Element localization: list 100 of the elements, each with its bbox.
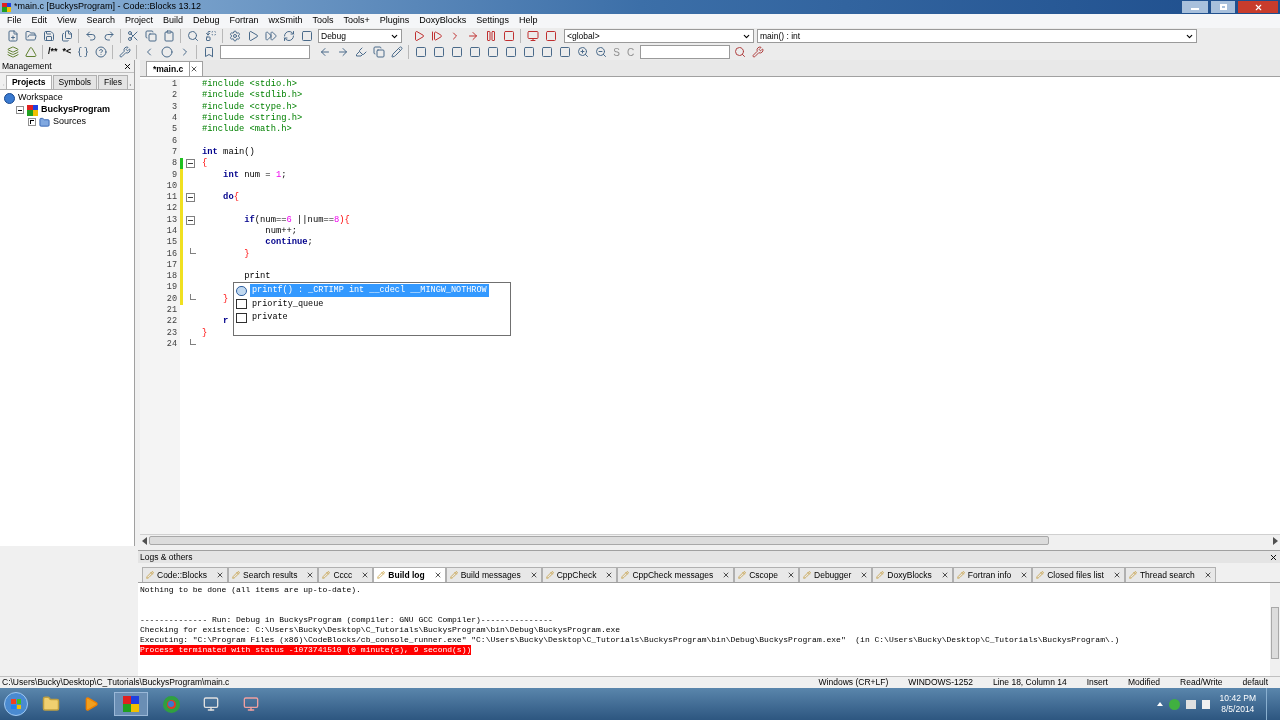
bookmark-icon[interactable]	[202, 46, 215, 58]
close-icon[interactable]	[940, 571, 949, 579]
close-icon[interactable]	[1112, 571, 1121, 579]
square-icon[interactable]	[544, 30, 557, 42]
panel-tab[interactable]: Projects	[5, 75, 52, 89]
tree-item[interactable]: BuckysProgram	[41, 103, 111, 117]
files-icon[interactable]	[60, 30, 73, 42]
comment-button[interactable]: *<	[60, 45, 74, 59]
search-field[interactable]	[220, 45, 311, 59]
close-icon[interactable]	[306, 571, 315, 579]
menu-item[interactable]: Build	[157, 14, 188, 28]
menu-item[interactable]: Help	[513, 14, 543, 28]
close-icon[interactable]	[1203, 571, 1212, 579]
copy-icon[interactable]	[372, 46, 385, 58]
close-icon[interactable]	[529, 571, 538, 579]
clock-date[interactable]: 8/5/2014	[1221, 704, 1255, 715]
square-icon[interactable]	[468, 46, 481, 58]
save-icon[interactable]	[42, 30, 55, 42]
search-combo[interactable]	[640, 45, 731, 59]
monitor-icon[interactable]	[526, 30, 539, 42]
square-icon[interactable]	[450, 46, 463, 58]
play-icon[interactable]	[246, 30, 259, 42]
menu-item[interactable]: Fortran	[224, 14, 264, 28]
monitor-icon[interactable]	[243, 696, 259, 712]
circle-icon[interactable]	[160, 46, 173, 58]
close-icon[interactable]	[787, 571, 795, 579]
highlighter-icon[interactable]	[354, 46, 367, 58]
dropdown[interactable]: <global>	[564, 29, 754, 43]
stop-icon[interactable]	[300, 30, 313, 42]
replace-icon[interactable]	[204, 30, 217, 42]
arrow-icon[interactable]	[466, 30, 479, 42]
panel-tab[interactable]: Symbols	[52, 75, 98, 89]
tray-arrow-icon[interactable]	[1156, 702, 1163, 706]
monitor-icon[interactable]	[203, 696, 219, 712]
fold-toggle[interactable]	[185, 215, 195, 225]
menu-item[interactable]: View	[52, 14, 82, 28]
square-icon[interactable]	[486, 46, 499, 58]
colored-squares-icon[interactable]	[114, 692, 148, 716]
menu-item[interactable]: Debug	[187, 14, 225, 28]
editor-tab[interactable]: *main.c	[146, 61, 191, 76]
stop-icon[interactable]	[502, 30, 515, 42]
fast-forward-icon[interactable]	[264, 30, 277, 42]
menu-item[interactable]: Settings	[471, 14, 514, 28]
close-icon[interactable]	[216, 571, 225, 579]
square-icon[interactable]	[558, 46, 571, 58]
panel-tab[interactable]: Files	[98, 75, 129, 89]
suggestion-item[interactable]: priority_queue	[250, 297, 326, 311]
menu-item[interactable]: Tools	[307, 14, 339, 28]
close-icon[interactable]	[361, 571, 370, 579]
scrollbar-thumb[interactable]	[149, 536, 1049, 545]
start-button[interactable]	[4, 692, 28, 716]
gear-icon[interactable]	[228, 30, 241, 42]
zoom-in-icon[interactable]	[576, 46, 589, 58]
pause-icon[interactable]	[484, 30, 497, 42]
undo-icon[interactable]	[84, 30, 97, 42]
comment-button[interactable]: /**	[46, 45, 60, 59]
triangle-icon[interactable]	[24, 46, 37, 58]
close-button[interactable]	[1238, 1, 1278, 13]
menu-item[interactable]: DoxyBlocks	[414, 14, 472, 28]
close-icon[interactable]	[1269, 552, 1278, 562]
fold-toggle[interactable]	[185, 193, 195, 203]
menu-item[interactable]: wxSmith	[263, 14, 308, 28]
arrow-icon[interactable]	[318, 46, 331, 58]
square-icon[interactable]	[522, 46, 535, 58]
close-icon[interactable]	[1020, 571, 1029, 579]
braces-icon[interactable]	[76, 46, 89, 58]
search-icon[interactable]	[186, 30, 199, 42]
tree-item[interactable]: Workspace	[18, 91, 63, 105]
copy-icon[interactable]	[144, 30, 157, 42]
scissors-icon[interactable]	[126, 30, 139, 42]
dropdown[interactable]: Debug	[318, 29, 402, 43]
pencil-icon[interactable]	[390, 46, 403, 58]
close-icon[interactable]	[722, 571, 731, 579]
redo-icon[interactable]	[102, 30, 115, 42]
square-icon[interactable]	[414, 46, 427, 58]
square-icon[interactable]	[432, 46, 445, 58]
expand-toggle[interactable]	[28, 118, 36, 126]
tree-item[interactable]: Sources	[53, 115, 87, 129]
clock-time[interactable]: 10:42 PM	[1219, 693, 1256, 704]
layers-icon[interactable]	[6, 46, 19, 58]
dropdown[interactable]: main() : int	[757, 29, 1197, 43]
menu-item[interactable]: Tools+	[338, 14, 375, 28]
menu-item[interactable]: Edit	[26, 14, 53, 28]
close-icon[interactable]	[190, 65, 199, 73]
play-icon[interactable]	[412, 30, 425, 42]
zoom-out-icon[interactable]	[594, 46, 607, 58]
new-file-icon[interactable]	[6, 30, 19, 42]
menu-item[interactable]: File	[2, 14, 27, 28]
close-icon[interactable]	[605, 571, 614, 579]
menu-item[interactable]: Search	[81, 14, 120, 28]
menu-item[interactable]: Project	[119, 14, 158, 28]
folder-icon[interactable]	[24, 30, 37, 42]
wrench-icon[interactable]	[751, 46, 764, 58]
clipboard-icon[interactable]	[162, 30, 175, 42]
menu-item[interactable]: Plugins	[374, 14, 415, 28]
close-icon[interactable]	[433, 571, 442, 579]
square-icon[interactable]	[504, 46, 517, 58]
help-icon[interactable]	[94, 46, 107, 58]
square-icon[interactable]	[540, 46, 553, 58]
wrench-icon[interactable]	[118, 46, 131, 58]
